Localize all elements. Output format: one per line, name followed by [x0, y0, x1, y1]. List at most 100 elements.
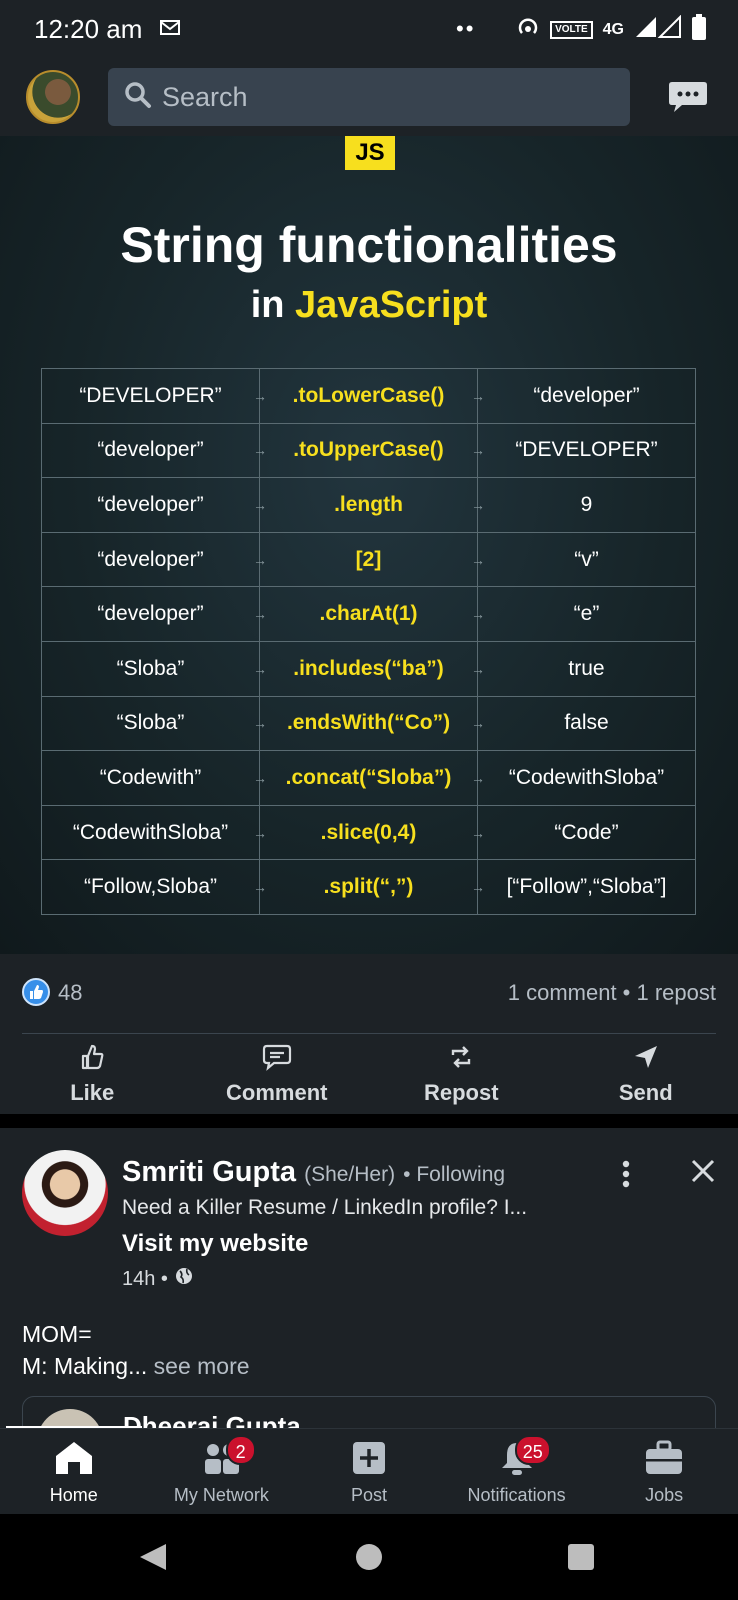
table-input-cell: “DEVELOPER” → [41, 368, 267, 424]
table-output-cell-text: “e” [573, 602, 600, 626]
table-input-cell-text: “Codewith” [99, 765, 202, 789]
comment-button[interactable]: Comment [185, 1034, 370, 1114]
table-method-cell-text: [2] [355, 547, 382, 571]
nav-notifications[interactable]: 25 Notifications [443, 1429, 591, 1514]
table-output-cell-text: “v” [574, 547, 599, 571]
table-method-cell: .toUpperCase() → [259, 422, 485, 479]
signal-icon [634, 14, 682, 44]
more-options-icon[interactable] [622, 1160, 630, 1193]
table-method-cell-text: .endsWith(“Co”) [286, 711, 451, 735]
post-body: MOM= M: Making... see more [22, 1318, 250, 1382]
feed-separator [0, 1114, 738, 1128]
mail-notification-icon [160, 19, 182, 42]
nav-home[interactable]: Home [0, 1429, 148, 1514]
table-method-cell: .concat(“Sloba”) → [259, 750, 485, 806]
table-input-cell-text: “Sloba” [116, 711, 185, 735]
table-output-cell-text: “DEVELOPER” [515, 438, 658, 462]
following-status: • Following [403, 1163, 506, 1186]
nav-notifications-label: Notifications [467, 1485, 566, 1505]
table-row: “Follow,Sloba” → .split(“,”) → [“Follow”,“Sl… [41, 859, 696, 915]
table-input-cell: “developer” → [41, 422, 267, 479]
profile-avatar[interactable] [26, 70, 80, 124]
table-method-cell-text: .charAt(1) [319, 602, 418, 626]
comments-reposts-count[interactable]: 1 comment • 1 repost [508, 980, 716, 1006]
table-row: “developer” → .charAt(1) → “e” [41, 586, 696, 642]
js-badge: JS [345, 136, 395, 170]
nav-my-network[interactable]: 2 My Network [148, 1429, 296, 1514]
table-row: “developer” → [2] → “v” [41, 531, 696, 588]
status-bar: 12:20 am •• VOLTE 4G [0, 0, 738, 58]
nav-post[interactable]: Post [295, 1429, 443, 1514]
repost-label: Repost [423, 1079, 499, 1105]
table-output-cell: “v” [477, 531, 696, 588]
table-input-cell-text: “developer” [97, 547, 204, 571]
table-input-cell: “CodewithSloba” → [41, 804, 267, 861]
battery-icon [692, 14, 706, 45]
system-nav-bar [0, 1514, 738, 1600]
table-method-cell: .length → [259, 477, 485, 533]
post-image[interactable]: JS String functionalities in JavaScript … [0, 136, 738, 954]
like-button[interactable]: Like [0, 1034, 185, 1114]
recent-apps-icon[interactable] [568, 1544, 594, 1570]
author-line: Smriti Gupta (She/Her) • Following [122, 1156, 505, 1189]
table-output-cell: false [477, 695, 696, 752]
table-output-cell-text: true [568, 656, 605, 680]
table-input-cell-text: “DEVELOPER” [79, 383, 222, 407]
post-actions: Like Comment Repost Send [0, 1034, 738, 1114]
table-output-cell-text: “CodewithSloba” [508, 765, 665, 789]
top-header: Search [0, 58, 738, 136]
table-input-cell: “developer” → [41, 586, 267, 642]
network-badge: 2 [225, 1435, 256, 1465]
like-reaction-icon[interactable] [22, 978, 50, 1006]
search-bar[interactable]: Search [108, 68, 630, 126]
repost-button[interactable]: Repost [369, 1034, 554, 1114]
table-output-cell-text: false [564, 711, 609, 735]
table-method-cell-text: .concat(“Sloba”) [285, 765, 452, 789]
table-output-cell: [“Follow”,“Sloba”] [477, 859, 696, 915]
nav-home-label: Home [49, 1485, 98, 1505]
table-input-cell-text: “developer” [97, 602, 204, 626]
table-row: “CodewithSloba” → .slice(0,4) → “Code” [41, 804, 696, 861]
author-name[interactable]: Smriti Gupta [122, 1156, 296, 1188]
embedded-post-card[interactable]: Dheeraj Gupta [22, 1396, 716, 1428]
network-type: 4G [602, 20, 624, 38]
author-avatar[interactable] [22, 1150, 108, 1236]
table-method-cell-text: .split(“,”) [323, 875, 414, 899]
author-pronouns: (She/Her) [304, 1163, 396, 1186]
send-button[interactable]: Send [554, 1034, 738, 1114]
bottom-nav: Home 2 My Network Post 25 Notifications … [0, 1428, 738, 1514]
post-plus-icon [351, 1440, 387, 1481]
more-notifications-icon: •• [456, 16, 476, 41]
table-input-cell-text: “CodewithSloba” [72, 820, 229, 844]
table-row: “DEVELOPER” → .toLowerCase() → “developer” [41, 368, 696, 424]
social-counts: 48 1 comment • 1 repost [0, 954, 738, 1034]
back-icon[interactable] [138, 1542, 168, 1577]
nav-my-network-label: My Network [173, 1485, 269, 1505]
table-method-cell: .charAt(1) → [259, 586, 485, 642]
see-more-link[interactable]: see more [154, 1353, 250, 1379]
hotspot-icon [516, 15, 540, 44]
table-input-cell: “Codewith” → [41, 750, 267, 806]
like-count[interactable]: 48 [58, 980, 82, 1006]
table-method-cell-text: .length [334, 492, 403, 516]
image-subtitle-highlight: JavaScript [295, 284, 488, 326]
visit-website-link[interactable]: Visit my website [122, 1230, 308, 1258]
home-system-icon[interactable] [356, 1544, 382, 1570]
table-method-cell-text: .includes(“ba”) [293, 656, 444, 680]
nav-jobs-label: Jobs [645, 1485, 684, 1505]
post-body-line2: M: Making... [22, 1353, 148, 1379]
post-body-line1: MOM= [22, 1321, 92, 1347]
image-title: String functionalities [120, 217, 618, 273]
table-method-cell: [2] → [259, 531, 485, 588]
table-row: “Sloba” → .endsWith(“Co”) → false [41, 695, 696, 752]
close-icon[interactable] [690, 1158, 716, 1189]
table-method-cell-text: .slice(0,4) [320, 820, 417, 844]
messaging-icon[interactable] [668, 78, 708, 121]
nav-jobs[interactable]: Jobs [590, 1429, 738, 1514]
table-method-cell: .includes(“ba”) → [259, 640, 485, 697]
nav-post-label: Post [350, 1485, 387, 1505]
table-output-cell-text: 9 [580, 492, 593, 516]
feed-post: Smriti Gupta (She/Her) • Following Need … [0, 1128, 738, 1428]
table-output-cell: “e” [477, 586, 696, 642]
table-row: “developer” → .length → 9 [41, 477, 696, 533]
